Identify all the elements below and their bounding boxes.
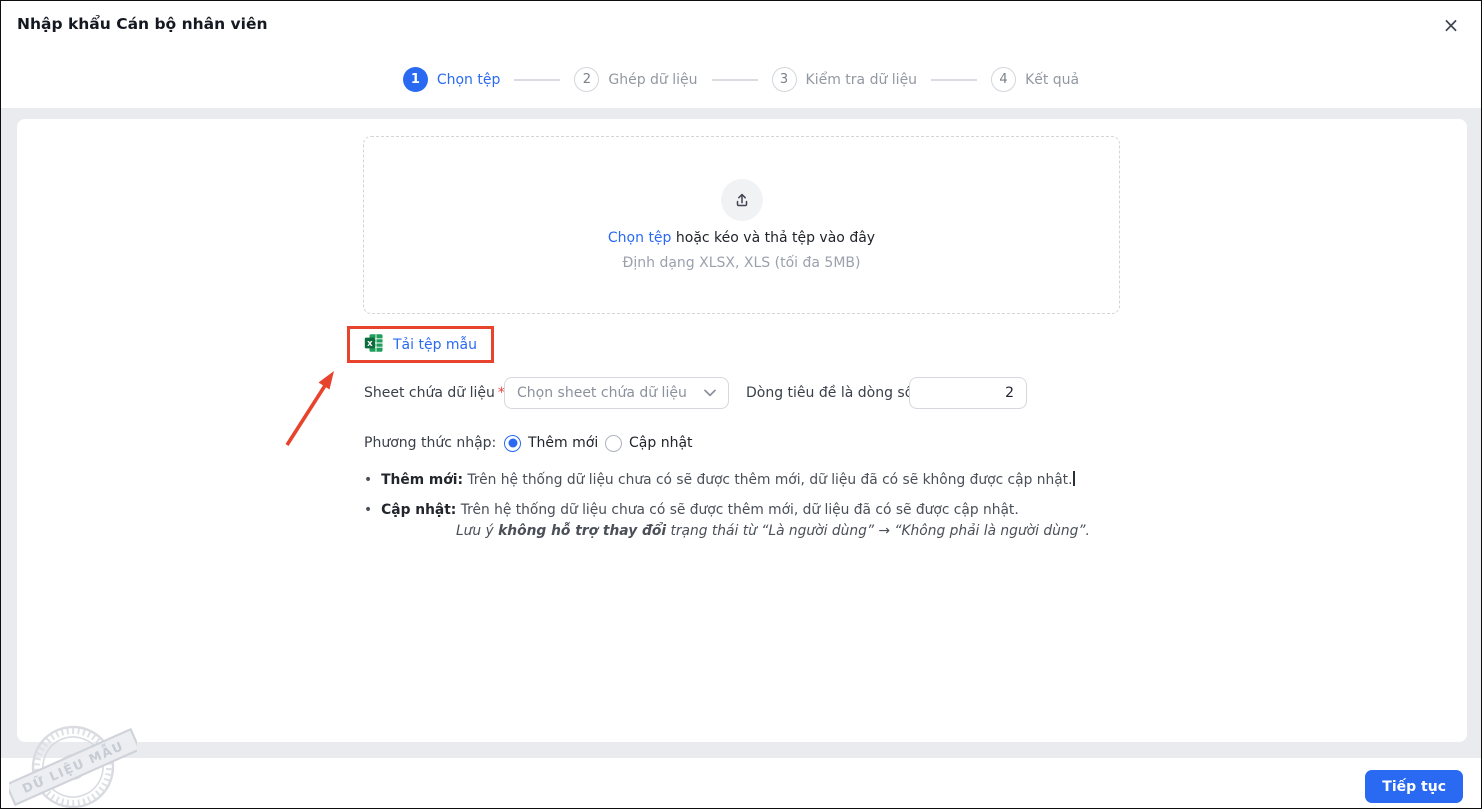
step-ghep-du-lieu[interactable]: 2 Ghép dữ liệu	[574, 67, 698, 92]
svg-text:DỮ LIỆU MẪU: DỮ LIỆU MẪU	[19, 737, 126, 796]
import-staff-modal: Nhập khẩu Cán bộ nhân viên × 1 Chọn tệp …	[0, 0, 1482, 809]
step-1-label: Chọn tệp	[436, 71, 501, 88]
import-method-label: Phương thức nhập:	[364, 435, 497, 451]
note-them-moi: • Thêm mới: Trên hệ thống dữ liệu chưa c…	[364, 471, 1075, 490]
drag-drop-text: hoặc kéo và thả tệp vào đây	[671, 230, 876, 246]
header-row-input[interactable]	[909, 377, 1027, 409]
annotation-arrow	[285, 371, 334, 446]
download-template-link[interactable]: Tải tệp mẫu	[393, 337, 477, 353]
svg-text:x: x	[367, 338, 373, 348]
file-format-hint: Định dạng XLSX, XLS (tối đa 5MB)	[622, 255, 861, 271]
step-kiem-tra-du-lieu[interactable]: 3 Kiểm tra dữ liệu	[771, 67, 918, 92]
text-cursor	[1073, 471, 1075, 486]
step-connector	[514, 78, 561, 81]
note-cap-nhat: • Cập nhật: Trên hệ thống dữ liệu chưa c…	[364, 502, 1019, 518]
bullet-dot: •	[364, 502, 373, 518]
sheet-field-label: Sheet chứa dữ liệu *	[364, 385, 505, 401]
step-3-circle: 3	[771, 67, 797, 92]
page-title: Nhập khẩu Cán bộ nhân viên	[17, 15, 268, 33]
radio-unselected-icon	[605, 434, 622, 452]
radio-cap-nhat[interactable]: Cập nhật	[605, 431, 693, 455]
step-ket-qua[interactable]: 4 Kết quả	[991, 67, 1079, 92]
stepper: 1 Chọn tệp 2 Ghép dữ liệu 3 Kiểm tra dữ …	[1, 67, 1481, 92]
upload-icon	[720, 179, 763, 221]
step-2-circle: 2	[574, 67, 600, 92]
annotation-highlight-box: x Tải tệp mẫu	[347, 326, 494, 363]
sheet-select-placeholder: Chọn sheet chứa dữ liệu	[517, 385, 687, 401]
header-row-label: Dòng tiêu đề là dòng số*	[746, 377, 923, 409]
dropzone-text: Chọn tệp hoặc kéo và thả tệp vào đây	[608, 230, 875, 246]
step-4-label: Kết quả	[1025, 71, 1080, 88]
note-cap-nhat-warning: Lưu ý không hỗ trợ thay đổi trạng thái t…	[456, 523, 1090, 539]
bullet-dot: •	[364, 472, 373, 488]
choose-file-link[interactable]: Chọn tệp	[608, 230, 672, 246]
step-chon-tep[interactable]: 1 Chọn tệp	[402, 67, 501, 92]
excel-icon: x	[364, 333, 384, 357]
step-connector	[711, 78, 758, 81]
step-1-circle: 1	[402, 67, 428, 92]
file-dropzone[interactable]: Chọn tệp hoặc kéo và thả tệp vào đây Địn…	[363, 136, 1120, 314]
step-2-label: Ghép dữ liệu	[608, 71, 698, 88]
radio-them-moi[interactable]: Thêm mới	[504, 431, 598, 455]
watermark-stamp: DỮ LIỆU MẪU	[9, 725, 137, 808]
step-4-circle: 4	[991, 67, 1017, 92]
radio-selected-icon	[504, 434, 521, 452]
continue-button[interactable]: Tiếp tục	[1365, 770, 1463, 803]
footer-bar	[1, 758, 1481, 808]
step-connector	[931, 78, 978, 81]
chevron-down-icon	[704, 389, 716, 397]
close-icon[interactable]: ×	[1437, 11, 1465, 39]
step-3-label: Kiểm tra dữ liệu	[805, 71, 918, 88]
sheet-select[interactable]: Chọn sheet chứa dữ liệu	[504, 377, 729, 409]
